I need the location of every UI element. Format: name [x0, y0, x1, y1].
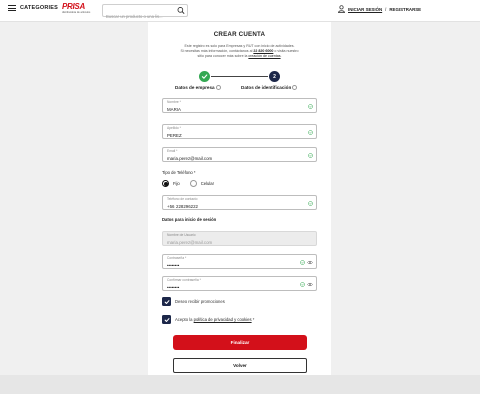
checkmark-icon: [164, 299, 169, 304]
intro-text: Este registro es solo para Empresas y RU…: [162, 44, 317, 60]
terms-option: Acepto la política de privacidad y cooki…: [162, 315, 254, 324]
terms-label: Acepto la política de privacidad y cooki…: [175, 317, 255, 322]
promotions-option: Deseo recibir promociones: [162, 297, 225, 306]
privacy-policy-link[interactable]: política de privacidad y cookies: [194, 317, 252, 322]
auth-separator: /: [385, 6, 387, 12]
account-creation-link[interactable]: creación de cuentas: [248, 54, 280, 58]
username-value: maria.perez@mail.com: [167, 239, 213, 245]
step-1-label: Datos de empresa: [175, 85, 221, 91]
promotions-checkbox[interactable]: [162, 297, 171, 306]
terms-checkbox[interactable]: [162, 315, 171, 324]
step-2-current: 2: [269, 71, 280, 82]
intro-line-3a: sitio para conocer más sobre la: [197, 54, 249, 59]
intro-line-3b: .: [280, 54, 282, 59]
intro-phone-link[interactable]: 22 820 6000: [253, 49, 273, 53]
logo-word: PRISA: [62, 2, 85, 11]
intro-line-1: Este registro es solo para Empresas y RU…: [184, 44, 295, 48]
create-account-card: CREAR CUENTA Este registro es solo para …: [148, 22, 331, 375]
last-name-value: PEREZ: [167, 132, 182, 138]
phone-value: 228296222: [176, 203, 198, 209]
phone-type-radio-group: Fijo Celular: [162, 180, 220, 187]
checkmark-icon: [164, 317, 169, 322]
radio-celular[interactable]: [189, 180, 197, 187]
step-connector: [211, 76, 268, 77]
intro-line-2a: Si necesitas más información, contáctano…: [180, 49, 254, 54]
username-label: Nombre de Usuario: [167, 233, 196, 237]
valid-check-icon: [308, 201, 313, 206]
phone-type-label: Tipo de Teléfono *: [162, 170, 196, 175]
intro-line-2b: o visita nuestro: [273, 49, 299, 54]
page-title: CREAR CUENTA: [213, 31, 266, 38]
password-label: Contraseña *: [167, 256, 187, 260]
top-navigation-bar: CATEGORIES PRISA distribuidora de artícu…: [0, 0, 480, 22]
valid-check-icon: [308, 130, 313, 135]
first-name-field[interactable]: Nombre * MARIA: [162, 98, 317, 113]
username-field: Nombre de Usuario maria.perez@mail.com: [162, 231, 317, 246]
user-icon: [338, 5, 345, 13]
email-label: Email *: [167, 149, 178, 153]
phone-prefix: +56: [167, 203, 175, 209]
search-icon[interactable]: [177, 6, 185, 15]
show-password-eye-icon[interactable]: [307, 260, 313, 265]
search-box: [102, 4, 188, 22]
radio-fijo-label: Fijo: [173, 181, 180, 186]
account-links: INICIAR SESIÓN / REGISTRARSE: [338, 5, 421, 13]
first-name-value: MARIA: [167, 106, 181, 112]
show-password-eye-icon[interactable]: [307, 282, 313, 287]
checkmark-icon: [201, 74, 208, 79]
finish-button[interactable]: Finalizar: [173, 335, 307, 350]
categories-label: CATEGORIES: [20, 5, 58, 11]
step-1-complete[interactable]: [199, 71, 210, 82]
step-1-info-icon: [215, 85, 221, 91]
search-input[interactable]: [103, 11, 173, 22]
valid-check-icon: [308, 104, 313, 109]
promotions-label: Deseo recibir promociones: [175, 299, 225, 304]
back-button[interactable]: Volver: [173, 358, 307, 373]
last-name-field[interactable]: Apellido * PEREZ: [162, 124, 317, 139]
step-2-label: Datos de identificación: [241, 85, 298, 91]
last-name-label: Apellido *: [167, 126, 181, 130]
valid-check-icon: [308, 153, 313, 158]
session-section-title: Datos para inicio de sesión: [162, 217, 217, 222]
radio-celular-label: Celular: [200, 181, 215, 186]
confirm-password-value: ••••••••: [167, 284, 180, 290]
step-2-info-icon: [292, 85, 298, 91]
register-link[interactable]: REGISTRARSE: [389, 7, 421, 12]
email-field[interactable]: Email * maria.perez@mail.com: [162, 147, 317, 162]
valid-check-icon: [300, 260, 305, 265]
valid-check-icon: [300, 282, 305, 287]
hamburger-menu-icon: [8, 5, 16, 11]
email-value: maria.perez@mail.com: [167, 155, 213, 161]
confirm-password-field[interactable]: Confirmar contraseña * ••••••••: [162, 276, 317, 291]
logo-tagline: distribuidora de artículos: [62, 11, 91, 14]
login-link[interactable]: INICIAR SESIÓN: [348, 7, 382, 12]
confirm-password-label: Confirmar contraseña *: [167, 278, 201, 282]
footer-strip: [0, 375, 480, 394]
phone-label: Teléfono de contacto: [167, 197, 198, 201]
password-field[interactable]: Contraseña * ••••••••: [162, 254, 317, 269]
first-name-label: Nombre *: [167, 100, 181, 104]
prisa-logo[interactable]: PRISA distribuidora de artículos: [62, 2, 94, 18]
progress-stepper: 2 Datos de empresa Datos de identificaci…: [170, 71, 310, 95]
phone-field[interactable]: Teléfono de contacto +56 228296222: [162, 195, 317, 210]
categories-menu-button[interactable]: CATEGORIES: [8, 5, 58, 11]
password-value: ••••••••: [167, 262, 180, 268]
radio-fijo[interactable]: [162, 180, 169, 187]
